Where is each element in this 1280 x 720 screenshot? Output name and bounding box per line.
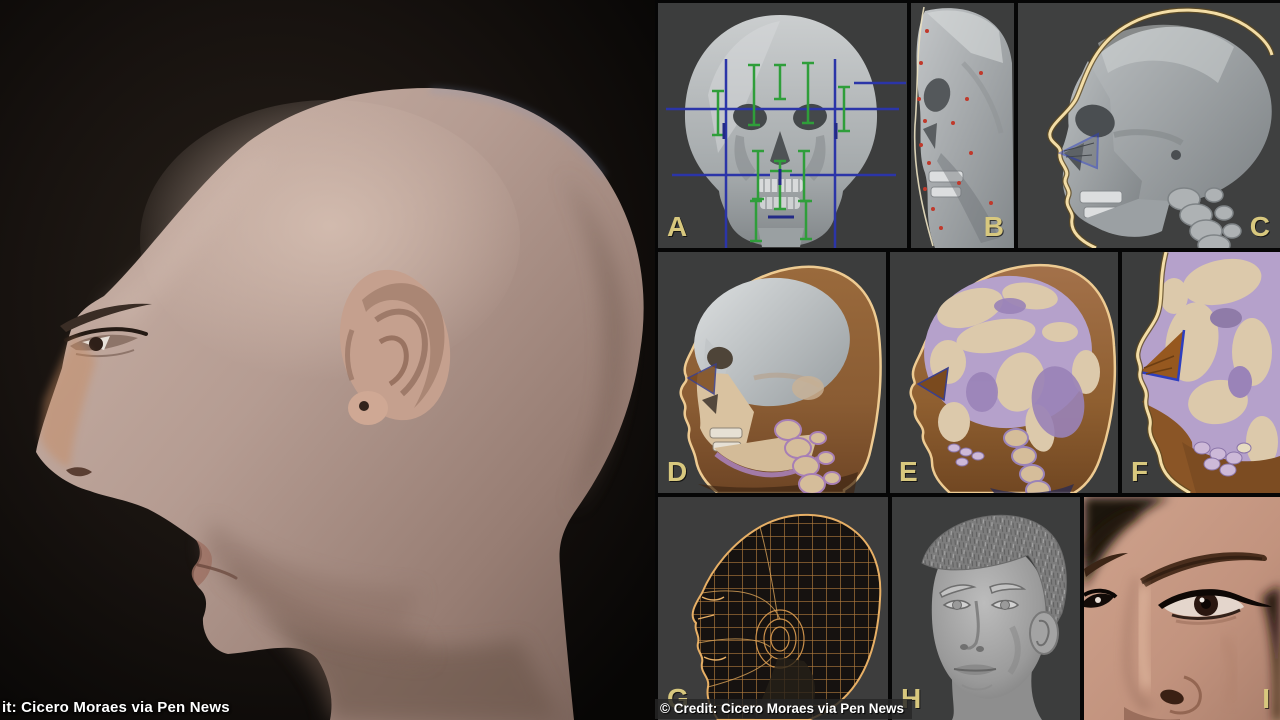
panel-label: D bbox=[667, 458, 687, 486]
panel-label: F bbox=[1131, 458, 1148, 486]
panel-label: I bbox=[1262, 685, 1270, 713]
panel-c: C bbox=[1018, 3, 1280, 248]
ear-piercing bbox=[359, 401, 369, 411]
final-face-closeup-illustration bbox=[1084, 497, 1280, 720]
panel-b: B bbox=[911, 3, 1014, 248]
panel-e: E bbox=[890, 252, 1118, 493]
reconstruction-profile-photo: it: Cicero Moraes via Pen News bbox=[0, 0, 655, 720]
wireframe-head-illustration bbox=[658, 497, 888, 720]
panel-g: G bbox=[658, 497, 888, 720]
cervical-vertebrae bbox=[1168, 188, 1241, 248]
panel-h: H bbox=[892, 497, 1080, 720]
process-panel-grid: A bbox=[655, 0, 1280, 720]
panel-a: A bbox=[658, 3, 907, 248]
nose-bridge-highlight bbox=[1141, 587, 1148, 687]
news-image-montage: it: Cicero Moraes via Pen News bbox=[0, 0, 1280, 720]
panel-label: C bbox=[1250, 213, 1270, 241]
panel-d: D bbox=[658, 252, 886, 493]
panel-label: B bbox=[984, 213, 1004, 241]
profile-head-illustration bbox=[0, 0, 655, 720]
photo-credit-right: © Credit: Cicero Moraes via Pen News bbox=[655, 699, 912, 719]
panel-f: F bbox=[1122, 252, 1280, 493]
panel-label: A bbox=[667, 213, 687, 241]
skin-layer-overlay-illustration bbox=[890, 252, 1118, 493]
panel-i: I bbox=[1084, 497, 1280, 720]
photo-credit-left: it: Cicero Moraes via Pen News bbox=[2, 699, 230, 716]
ear bbox=[1030, 612, 1058, 654]
skull-side-outline-illustration bbox=[1018, 3, 1280, 248]
soft-tissue-overlay-illustration bbox=[658, 252, 886, 493]
skull-front-illustration bbox=[658, 3, 907, 248]
panel-label: E bbox=[899, 458, 918, 486]
